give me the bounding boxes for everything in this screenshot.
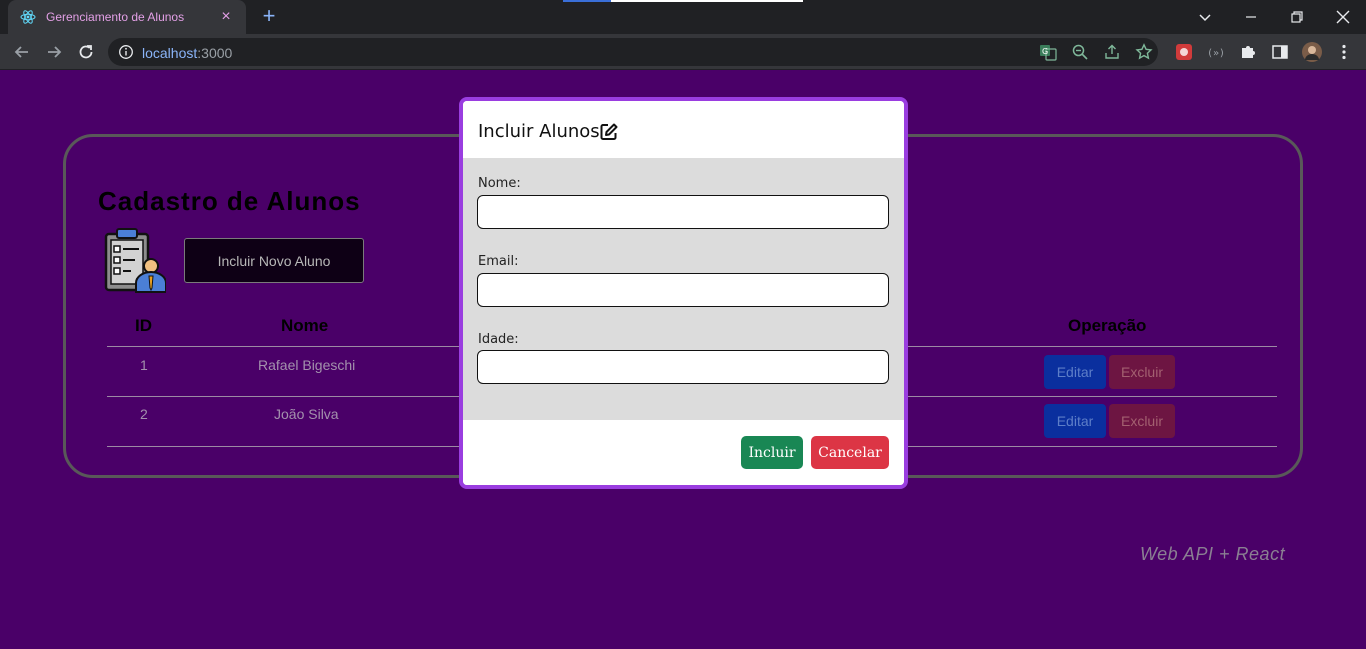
chevron-down-icon (1199, 14, 1211, 22)
browser-toolbar: localhost:3000 G (») (0, 34, 1366, 70)
share-icon[interactable] (1102, 42, 1122, 62)
modal-title: Incluir Alunos (478, 121, 600, 142)
forward-button[interactable] (42, 40, 66, 64)
zoom-out-icon[interactable] (1070, 42, 1090, 62)
minimize-button[interactable] (1228, 0, 1274, 34)
translate-icon[interactable]: G (1038, 42, 1058, 62)
email-label: Email: (478, 254, 519, 269)
modal-footer: Incluir Cancelar (463, 420, 904, 485)
column-header-nome: Nome (281, 316, 329, 335)
browser-tab-bar: Gerenciamento de Alunos × + (0, 0, 1366, 34)
back-button[interactable] (10, 40, 34, 64)
row-id: 2 (140, 406, 148, 422)
include-button[interactable]: Incluir (741, 436, 803, 469)
svg-text:(»): (») (1207, 48, 1225, 59)
react-icon (20, 9, 36, 25)
close-window-button[interactable] (1320, 0, 1366, 34)
loading-indicator (563, 0, 803, 2)
row-name: Rafael Bigeschi (258, 357, 356, 373)
svg-text:G: G (1042, 47, 1048, 56)
reload-icon (79, 45, 93, 59)
delete-button[interactable]: Excluir (1109, 355, 1175, 389)
profile-avatar[interactable] (1302, 42, 1322, 62)
star-icon[interactable] (1134, 42, 1154, 62)
idade-label: Idade: (478, 332, 519, 347)
side-panel-icon[interactable] (1270, 42, 1290, 62)
clipboard-person-icon (104, 228, 166, 293)
reload-button[interactable] (74, 40, 98, 64)
footer-text: Web API + React (1140, 544, 1286, 564)
column-header-operacao: Operação (1068, 316, 1147, 335)
edit-button[interactable]: Editar (1044, 355, 1106, 389)
restore-icon (1291, 11, 1303, 23)
tab-close-icon[interactable]: × (218, 9, 234, 25)
puzzle-icon[interactable] (1238, 42, 1258, 62)
email-field[interactable] (477, 273, 889, 307)
arrow-left-icon (14, 46, 28, 58)
nome-field[interactable] (477, 195, 889, 229)
row-id: 1 (140, 357, 148, 373)
delete-button[interactable]: Excluir (1109, 404, 1175, 438)
extension-red-icon[interactable] (1174, 42, 1194, 62)
arrow-right-icon (48, 46, 62, 58)
extension-api-icon[interactable]: (») (1206, 42, 1226, 62)
minimize-icon (1246, 16, 1256, 18)
tab-search-button[interactable] (1182, 0, 1228, 34)
row-name: João Silva (274, 406, 339, 422)
idade-field[interactable] (477, 350, 889, 384)
url-host: localhost (142, 45, 198, 61)
new-student-button[interactable]: Incluir Novo Aluno (184, 238, 364, 283)
include-student-modal: Incluir Alunos Nome: Email: Idade: Inclu… (459, 97, 908, 489)
nome-label: Nome: (478, 176, 521, 191)
column-header-id: ID (135, 316, 152, 335)
modal-body: Nome: Email: Idade: (463, 158, 904, 420)
tab-title: Gerenciamento de Alunos (46, 10, 185, 24)
url-text: localhost:3000 (142, 45, 232, 61)
menu-icon[interactable] (1334, 42, 1354, 62)
edit-button[interactable]: Editar (1044, 404, 1106, 438)
address-bar[interactable]: localhost:3000 G (108, 38, 1158, 66)
modal-header: Incluir Alunos (463, 101, 904, 158)
new-tab-button[interactable]: + (258, 5, 280, 28)
url-port: :3000 (197, 45, 233, 61)
page-title: Cadastro de Alunos (98, 186, 361, 216)
edit-icon (600, 123, 618, 140)
info-icon[interactable] (118, 44, 134, 60)
restore-button[interactable] (1274, 0, 1320, 34)
browser-tab[interactable]: Gerenciamento de Alunos × (8, 0, 246, 34)
close-icon (1336, 10, 1350, 24)
cancel-button[interactable]: Cancelar (811, 436, 889, 469)
